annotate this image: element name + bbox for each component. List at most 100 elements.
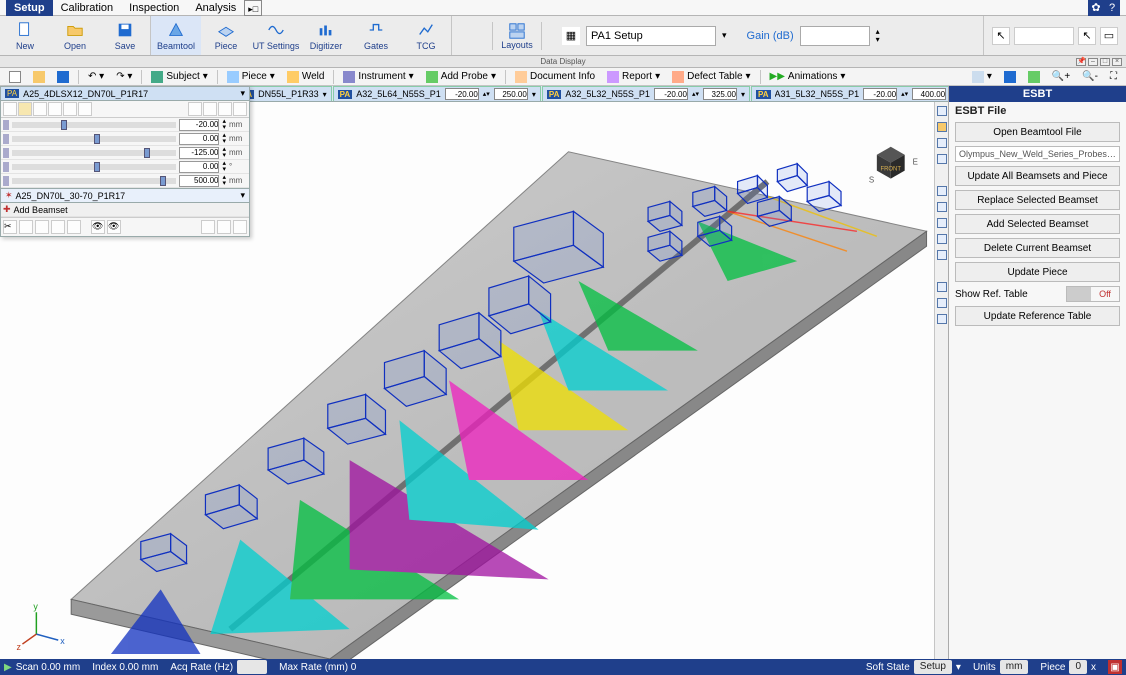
pf-eye1[interactable]: 👁 [91, 220, 105, 234]
sb-piece[interactable]: Piece ▾ [222, 69, 280, 85]
sb-redo-icon[interactable]: ↷ ▾ [111, 69, 137, 85]
nav-icon-1[interactable] [937, 106, 947, 116]
gain-input[interactable] [800, 26, 870, 46]
pp-tool-2[interactable] [18, 102, 32, 116]
tab-menu-icon[interactable]: ▾ [741, 90, 745, 99]
tab-val2[interactable] [912, 88, 946, 100]
nav-icon-10[interactable] [937, 282, 947, 292]
menu-toggle-icon[interactable]: ▸□ [244, 0, 262, 16]
tab-menu-icon[interactable]: ▾ [532, 90, 536, 99]
sb-animations[interactable]: ▶▶Animations ▾ [765, 69, 851, 85]
channel-tab-2[interactable]: PA A32_5L64_N55S_P1 ▴▾ ▾ [333, 86, 541, 101]
tab-val1[interactable] [654, 88, 688, 100]
sb-save-icon[interactable] [52, 69, 74, 85]
setup-select-input[interactable] [586, 26, 716, 46]
pf-eye2[interactable]: 👁 [107, 220, 121, 234]
sb-undo-icon[interactable]: ↶ ▾ [83, 69, 109, 85]
probe-sub-beamset[interactable]: ✶ A25_DN70L_30-70_P1R17 ▾ [1, 188, 249, 203]
tab-menu-icon[interactable]: ▾ [323, 90, 327, 99]
sb-addprobe[interactable]: Add Probe ▾ [421, 69, 501, 85]
status-soft-menu[interactable]: ▾ [956, 662, 961, 673]
probe-slider[interactable] [12, 178, 176, 184]
row-grab-icon[interactable] [3, 120, 9, 130]
nav-icon-9[interactable] [937, 250, 947, 260]
digitizer-button[interactable]: Digitizer [301, 16, 351, 55]
gain-stepper[interactable]: ▴▾ [876, 28, 880, 44]
window-close-icon[interactable]: × [1112, 58, 1122, 66]
sb-open-icon[interactable] [28, 69, 50, 85]
probe-sub-menu-icon[interactable]: ▾ [240, 190, 245, 201]
ruler-tool-icon[interactable] [1014, 27, 1074, 45]
open-button[interactable]: Open [50, 16, 100, 55]
help-icon[interactable]: ? [1104, 0, 1120, 16]
gates-button[interactable]: Gates [351, 16, 401, 55]
probe-stepper[interactable]: ▴▾ [222, 175, 226, 187]
pf-1[interactable]: ✂ [3, 220, 17, 234]
pp-tool-r1[interactable] [188, 102, 202, 116]
sb-report[interactable]: Report ▾ [602, 69, 665, 85]
tab-step-icon[interactable]: ▴▾ [483, 90, 490, 98]
new-button[interactable]: New [0, 16, 50, 55]
nav-icon-4[interactable] [937, 154, 947, 164]
delete-beamset-button[interactable]: Delete Current Beamset [955, 238, 1120, 258]
settings-gear-icon[interactable]: ✿ [1088, 0, 1104, 16]
update-piece-button[interactable]: Update Piece [955, 262, 1120, 282]
probe-value-input[interactable] [179, 119, 219, 131]
channel-tab-3[interactable]: PA A32_5L32_N55S_P1 ▴▾ ▾ [542, 86, 750, 101]
probe-stepper[interactable]: ▴▾ [222, 119, 226, 131]
pf-2[interactable] [19, 220, 33, 234]
pp-tool-4[interactable] [48, 102, 62, 116]
pp-tool-1[interactable] [3, 102, 17, 116]
nav-icon-11[interactable] [937, 298, 947, 308]
measure-tool-icon[interactable]: ↖ [1078, 27, 1096, 45]
probe-stepper[interactable]: ▴▾ [222, 161, 226, 173]
menu-inspection[interactable]: Inspection [121, 0, 187, 16]
sb-new-icon[interactable] [4, 69, 26, 85]
sb-fit-icon[interactable]: ⛶ [1105, 69, 1122, 85]
probe-slider[interactable] [12, 164, 176, 170]
pf-4[interactable] [51, 220, 65, 234]
box-tool-icon[interactable]: ▭ [1100, 27, 1118, 45]
sb-subject[interactable]: Subject ▾ [146, 69, 212, 85]
sb-zoom-out-icon[interactable]: 🔍- [1077, 69, 1103, 85]
sb-view1-icon[interactable]: ▾ [967, 69, 997, 85]
chevron-down-icon[interactable]: ▾ [722, 30, 727, 41]
pp-tool-3[interactable] [33, 102, 47, 116]
show-ref-toggle[interactable]: Off [1066, 286, 1120, 302]
nav-icon-7[interactable] [937, 218, 947, 228]
row-grab-icon[interactable] [3, 176, 9, 186]
layouts-button[interactable]: Layouts [492, 22, 542, 50]
channel-tab-4[interactable]: PA A31_5L32_N55S_P1 ▴▾ ▾ [751, 86, 948, 101]
nav-icon-8[interactable] [937, 234, 947, 244]
add-beamset-row[interactable]: ✚ Add Beamset [1, 203, 249, 217]
sb-docinfo[interactable]: Document Info [510, 69, 600, 85]
add-beamset-button[interactable]: Add Selected Beamset [955, 214, 1120, 234]
sb-zoom-in-icon[interactable]: 🔍+ [1047, 69, 1075, 85]
status-units-chip[interactable]: mm [1000, 660, 1029, 674]
save-button[interactable]: Save [100, 16, 150, 55]
sb-view3-icon[interactable] [1023, 69, 1045, 85]
open-beamtool-file-button[interactable]: Open Beamtool File [955, 122, 1120, 142]
sb-defect[interactable]: Defect Table ▾ [667, 69, 755, 85]
row-grab-icon[interactable] [3, 134, 9, 144]
tab-val2[interactable] [494, 88, 528, 100]
nav-icon-2[interactable] [937, 122, 947, 132]
status-close-icon[interactable]: ▣ [1108, 660, 1122, 674]
menu-setup[interactable]: Setup [6, 0, 53, 16]
tab-val1[interactable] [445, 88, 479, 100]
nav-icon-12[interactable] [937, 314, 947, 324]
menu-calibration[interactable]: Calibration [53, 0, 122, 16]
tcg-button[interactable]: TCG [401, 16, 451, 55]
beamtool-button[interactable]: Beamtool [151, 16, 201, 55]
pp-tool-5[interactable] [63, 102, 77, 116]
tab-val2[interactable] [703, 88, 737, 100]
probe-value-input[interactable] [179, 175, 219, 187]
window-minimize-icon[interactable]: – [1088, 58, 1098, 66]
pf-5[interactable] [67, 220, 81, 234]
status-play-icon[interactable]: ▶ [4, 662, 12, 673]
row-grab-icon[interactable] [3, 148, 9, 158]
pf-r3[interactable] [233, 220, 247, 234]
row-grab-icon[interactable] [3, 162, 9, 172]
update-ref-table-button[interactable]: Update Reference Table [955, 306, 1120, 326]
sb-view2-icon[interactable] [999, 69, 1021, 85]
